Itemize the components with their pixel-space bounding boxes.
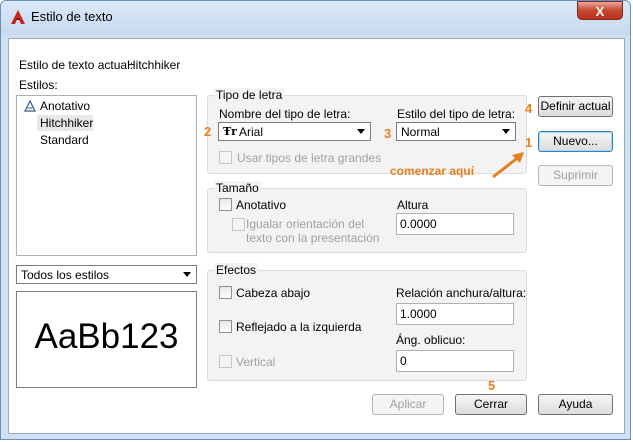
big-fonts-label: Usar tipos de letra grandes (237, 151, 382, 165)
close-window-button[interactable]: X (577, 1, 623, 20)
chevron-down-icon (357, 129, 365, 134)
annotation-4: 4 (525, 101, 533, 116)
big-fonts-checkbox[interactable] (219, 151, 232, 164)
match-orientation-checkbox[interactable] (232, 218, 245, 231)
font-style-label: Estilo del tipo de letra: (397, 107, 516, 121)
chevron-down-icon (502, 129, 510, 134)
list-item[interactable]: Standard (40, 133, 89, 147)
list-item[interactable]: Anotativo (40, 99, 90, 113)
styles-filter-dropdown[interactable]: Todos los estilos (16, 265, 197, 284)
new-style-button[interactable]: Nuevo... (538, 131, 613, 152)
annotation-1: 1 (525, 135, 533, 150)
start-here-hint: comenzar aquí (390, 164, 475, 178)
width-factor-input[interactable]: 1.0000 (396, 303, 514, 325)
chevron-down-icon (183, 272, 191, 277)
apply-button[interactable]: Aplicar (372, 394, 444, 415)
backwards-label: Reflejado a la izquierda (236, 320, 362, 334)
font-style-dropdown[interactable]: Normal (396, 122, 516, 141)
window-title: Estilo de texto (31, 9, 113, 24)
truetype-font-icon: Ŧr (223, 125, 237, 138)
list-item-selected[interactable]: Hitchhiker (40, 116, 93, 130)
annotative-label: Anotativo (236, 198, 287, 212)
orange-arrow-icon (492, 152, 524, 179)
styles-filter-value: Todos los estilos (21, 268, 110, 282)
help-button[interactable]: Ayuda (538, 394, 613, 415)
annotation-5: 5 (488, 378, 496, 393)
upside-down-checkbox[interactable] (219, 286, 232, 299)
current-style-value: Hitchhiker (127, 58, 181, 72)
font-name-dropdown[interactable]: Ŧr Arial (218, 122, 371, 141)
annotation-3: 3 (384, 126, 392, 141)
height-label: Altura (397, 198, 429, 212)
upside-down-label: Cabeza abajo (236, 286, 311, 300)
font-name-value: Arial (239, 125, 264, 139)
effects-group-title: Efectos (214, 263, 259, 277)
autocad-logo-icon (11, 10, 25, 24)
height-input[interactable]: 0.0000 (396, 213, 514, 235)
match-orientation-label: Igualar orientación del texto con la pre… (246, 217, 380, 245)
font-style-value: Normal (401, 125, 440, 139)
current-style-label: Estilo de texto actual: (19, 58, 134, 72)
annotative-icon (24, 100, 36, 112)
preview-text: AaBb123 (34, 317, 179, 356)
size-group-title: Tamaño (214, 181, 261, 195)
annotation-2: 2 (204, 124, 212, 139)
font-name-label: Nombre del tipo de letra: (219, 107, 351, 121)
oblique-angle-label: Áng. oblicuo: (396, 333, 466, 347)
close-button[interactable]: Cerrar (455, 394, 527, 415)
delete-style-button[interactable]: Suprimir (538, 165, 613, 186)
font-group-title: Tipo de letra (214, 88, 285, 102)
annotative-checkbox[interactable] (219, 198, 232, 211)
backwards-checkbox[interactable] (219, 320, 232, 333)
vertical-label: Vertical (236, 355, 276, 369)
set-current-button[interactable]: Definir actual (538, 96, 613, 117)
oblique-angle-input[interactable]: 0 (396, 350, 514, 372)
styles-label: Estilos: (19, 78, 58, 92)
width-factor-label: Relación anchura/altura: (396, 286, 527, 300)
vertical-checkbox[interactable] (219, 355, 232, 368)
